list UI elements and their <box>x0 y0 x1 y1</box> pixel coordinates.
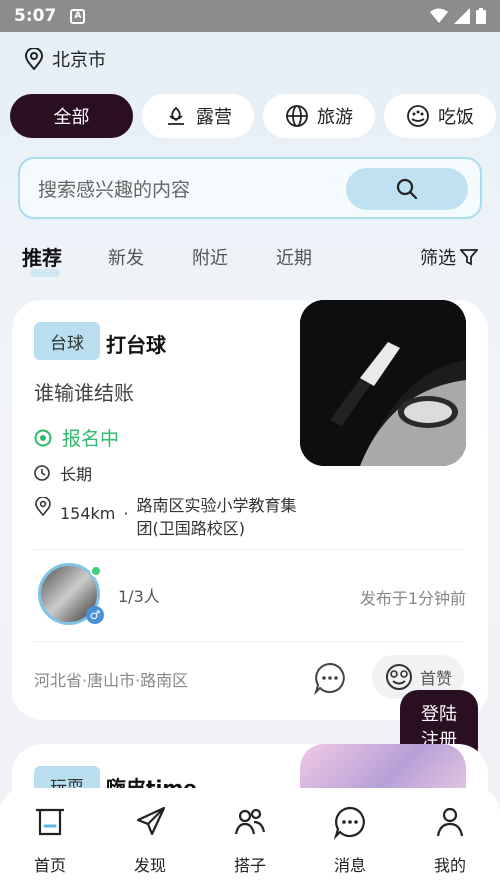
card-divider <box>34 641 464 642</box>
activity-duration: 长期 <box>34 461 92 485</box>
nav-label: 消息 <box>333 856 366 875</box>
activity-subtitle: 谁输谁结账 <box>34 381 134 405</box>
nav-buddies[interactable]: 搭子 <box>210 804 290 888</box>
status-bar: 5:07 A <box>0 0 500 32</box>
category-label: 全部 <box>53 107 90 128</box>
nav-discover[interactable]: 发现 <box>110 804 190 888</box>
tab-recent[interactable]: 近期 <box>276 244 312 270</box>
chat-bubble-icon <box>313 662 345 696</box>
camp-icon <box>168 106 184 125</box>
search-icon <box>396 178 418 200</box>
address-text: 路南区实验小学教育集团(卫国路校区) <box>136 496 297 538</box>
search-input[interactable]: 搜索感兴趣的内容 <box>18 157 482 219</box>
feed-tabs: 推荐 新发 附近 近期 筛选 <box>22 242 478 277</box>
category-all[interactable]: 全部 <box>10 94 133 138</box>
category-camping[interactable]: 露营 <box>142 94 254 138</box>
nav-label: 发现 <box>133 856 166 875</box>
first-like-label: 首赞 <box>419 669 452 688</box>
category-label: 露营 <box>196 107 232 128</box>
activity-location: 154km · 路南区实验小学教育集团(卫国路校区) <box>34 494 306 540</box>
location-pin-icon <box>24 48 44 70</box>
nav-messages[interactable]: 消息 <box>310 804 390 888</box>
search-placeholder: 搜索感兴趣的内容 <box>38 178 191 201</box>
user-icon <box>436 807 464 837</box>
globe-icon <box>286 105 308 127</box>
location-pin-icon <box>35 497 51 517</box>
battery-icon <box>476 8 486 24</box>
nav-label: 首页 <box>33 856 66 875</box>
location-selector[interactable]: 北京市 <box>24 46 106 72</box>
comment-button[interactable] <box>312 660 348 696</box>
hand-car-window-image <box>300 300 466 466</box>
message-icon <box>333 806 365 840</box>
online-indicator <box>90 565 102 577</box>
tab-recommended[interactable]: 推荐 <box>22 242 62 277</box>
status-target-icon <box>34 429 52 446</box>
category-travel[interactable]: 旅游 <box>263 94 375 138</box>
accessibility-a-icon: A <box>70 8 86 24</box>
login-label: 登陆 <box>421 704 457 725</box>
signal-icon <box>454 8 470 24</box>
home-icon <box>36 808 64 836</box>
region-text: 河北省·唐山市·路南区 <box>34 671 189 690</box>
status-icons <box>430 8 486 24</box>
category-label: 旅游 <box>317 107 353 128</box>
nav-home[interactable]: 首页 <box>10 804 90 888</box>
activity-tag: 台球 <box>34 322 100 360</box>
nav-profile[interactable]: 我的 <box>410 804 490 888</box>
distance-text: 154km <box>60 504 116 523</box>
wifi-icon <box>430 8 448 23</box>
location-city: 北京市 <box>52 50 106 71</box>
signup-status: 报名中 <box>34 424 119 451</box>
nav-label: 搭子 <box>233 856 266 875</box>
filter-icon <box>460 248 478 265</box>
activity-title: 打台球 <box>106 333 166 357</box>
tab-new[interactable]: 新发 <box>108 244 144 270</box>
male-gender-icon: ♂ <box>86 606 104 624</box>
activity-image <box>300 300 466 466</box>
happy-face-icon <box>385 664 412 690</box>
card-divider <box>34 549 464 550</box>
posted-time: 发布于1分钟前 <box>359 589 466 608</box>
search-button[interactable] <box>346 168 468 210</box>
filter-button[interactable]: 筛选 <box>420 244 478 270</box>
status-text: 报名中 <box>62 428 120 450</box>
tab-nearby[interactable]: 附近 <box>192 244 228 270</box>
filter-label: 筛选 <box>420 247 456 269</box>
status-time: 5:07 <box>14 6 57 26</box>
group-icon <box>234 808 266 835</box>
bottom-nav: 首页 发现 搭子 消息 我的 <box>0 788 500 888</box>
nav-label: 我的 <box>433 856 466 875</box>
clock-icon <box>34 465 50 481</box>
paper-plane-icon <box>136 806 166 836</box>
duration-text: 长期 <box>60 465 93 484</box>
category-label: 吃饭 <box>438 107 474 128</box>
food-icon <box>407 105 429 127</box>
category-chips: 全部 露营 旅游 吃饭 <box>10 94 496 138</box>
distance-separator-dot: · <box>123 504 129 523</box>
participant-count: 1/3人 <box>118 587 160 606</box>
category-food[interactable]: 吃饭 <box>384 94 496 138</box>
